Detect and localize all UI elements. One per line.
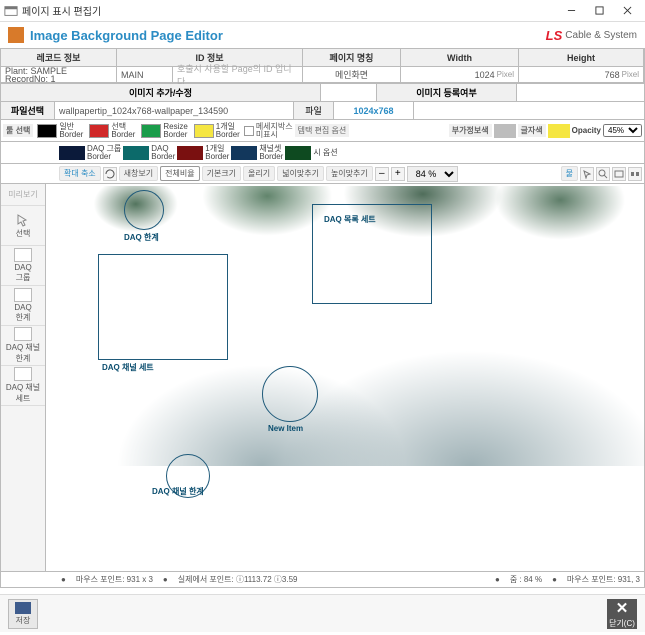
border-single[interactable]: 1개일Border [192,122,242,140]
file-button[interactable]: 파일 [294,102,334,119]
file-select-row: 파일선택 wallpapertip_1024x768-wallpaper_134… [0,102,645,120]
save-button[interactable]: 저장 [8,599,38,629]
cursor-icon [15,213,31,227]
workspace: 미리보기 선택 DAQ 그룹 DAQ 한계 DAQ 채널 한계 DAQ 채널 세… [0,184,645,572]
ann-daq-limit-shape[interactable] [124,190,164,230]
ann-daq-limit-label: DAQ 한계 [124,232,159,243]
status-zoom: 줌 : 84 % [510,574,542,585]
palette-preview[interactable]: 미리보기 [1,184,45,206]
color-display-option[interactable]: 시 옵션 [285,146,337,160]
border-select[interactable]: 선택Border [87,122,137,140]
text-color-swatch[interactable] [548,124,570,138]
window-minimize-button[interactable] [557,1,585,21]
hd-height: Height [519,49,644,67]
window-title: 페이지 표시 편집기 [22,3,557,18]
palette-daq-ch-set[interactable]: DAQ 채널 세트 [1,366,45,406]
tool-icon-4[interactable] [628,167,642,181]
height-value[interactable]: 768Pixel [519,67,644,83]
ann-daq-ch-set-shape[interactable] [98,254,228,360]
tool-icon-1[interactable] [580,167,594,181]
close-icon: ✕ [616,599,629,617]
tool-select-label: 툴 선택 [3,124,33,137]
extra-info-color-swatch[interactable] [494,124,516,138]
brand-logo: LS Cable & System [546,28,637,43]
window-titlebar: 페이지 표시 편집기 [0,0,645,22]
msgbox-hide-checkbox[interactable] [244,126,254,136]
brand-ls: LS [546,28,563,43]
main-input[interactable]: MAIN [117,67,173,83]
color-daq[interactable]: DAQBorder [123,145,175,161]
recordno-label: RecordNo: 1 [5,75,56,83]
status-real-point: 실제에서 포인트: ⓘ1113.72 ⓘ3.59 [178,574,298,585]
file-dimensions: 1024x768 [334,102,414,119]
zoom-out-icon[interactable]: – [375,167,389,181]
btn-fit-width[interactable]: 넓이맞추기 [277,166,324,181]
edit-option-label: 템택 편집 옵션 [295,124,350,137]
tool-icon-3[interactable] [612,167,626,181]
border-resize[interactable]: ResizeBorder [139,122,189,140]
tool-icon-2[interactable] [596,167,610,181]
id-hint: 호출시 사용할 Page의 ID 입니다 [173,67,303,83]
btn-original[interactable]: 기본크기 [202,166,241,181]
filename-input[interactable]: wallpapertip_1024x768-wallpaper_134590 [55,102,294,119]
footer: 저장 ✕ 닫기(C) [0,594,645,632]
ann-new-item-shape[interactable] [262,366,318,422]
app-title: Image Background Page Editor [30,28,223,43]
save-disk-icon [15,602,31,614]
image-add-edit-label: 이미지 추가/수정 [1,84,321,101]
text-color-label: 글자색 [518,124,546,137]
hd-pagename: 페이지 명칭 [303,49,401,67]
opacity-label: Opacity [572,126,601,135]
refresh-icon[interactable] [103,167,117,181]
file-select-label: 파일선택 [1,102,55,119]
canvas-wrap: DAQ 한계 DAQ 목록 세트 DAQ 채널 세트 New Item DAQ … [46,184,645,572]
width-value[interactable]: 1024Pixel [401,67,519,83]
ann-daq-ch-set-label: DAQ 채널 세트 [102,362,154,373]
color-swatch-row: DAQ 그룹Border DAQBorder 1개일Border 채널셋Bord… [0,142,645,164]
btn-refresh[interactable]: 새창보기 [119,166,158,181]
msgbox-hide-label: 메세지박스 미표시 [256,123,293,139]
brand-cs: Cable & System [565,30,637,41]
app-window-icon [4,4,18,18]
ann-daq-list-set-label: DAQ 목록 세트 [324,214,376,225]
zoom-in-icon[interactable]: + [391,167,405,181]
zoom-select[interactable]: 84 % [407,166,458,182]
image-section-header: 이미지 추가/수정 이미지 등록여부 [0,84,645,102]
status-mouse-point-2: 마우스 포인트: 931, 3 [567,574,640,585]
extra-info-color-label: 부가정보색 [449,124,492,137]
opacity-select[interactable]: 45% [603,124,642,137]
palette-daq-ch-limit[interactable]: DAQ 채널 한계 [1,326,45,366]
border-general[interactable]: 일반Border [35,122,85,140]
close-button[interactable]: ✕ 닫기(C) [607,599,637,629]
ann-daq-ch-limit-label: DAQ 채널 한계 [152,486,204,497]
plant-info: Plant: SAMPLE RecordNo: 1 [1,67,117,83]
window-close-button[interactable] [613,1,641,21]
canvas-toolbar: 확대 축소 새창보기 전체비율 기본크기 올리기 넓이맞추기 높이맞추기 – +… [0,164,645,184]
ann-new-item-label: New Item [268,424,303,433]
palette-select[interactable]: 선택 [1,206,45,246]
app-header: Image Background Page Editor LS Cable & … [0,22,645,48]
btn-push[interactable]: 올리기 [243,166,275,181]
color-single-ch[interactable]: 1개일Border [177,145,229,161]
page-name-input[interactable]: 메인화면 [303,67,401,83]
image-reg-label: 이미지 등록여부 [377,84,517,101]
window-maximize-button[interactable] [585,1,613,21]
palette-daq-limit[interactable]: DAQ 한계 [1,286,45,326]
btn-fit-all[interactable]: 전체비율 [160,166,199,181]
info-grid: 레코드 정보 ID 정보 페이지 명칭 Width Height Plant: … [0,48,645,84]
app-icon [8,27,24,43]
border-options-row: 툴 선택 일반Border 선택Border ResizeBorder 1개일B… [0,120,645,142]
hd-width: Width [401,49,519,67]
hd-record: 레코드 정보 [1,49,117,67]
toolbar-blank-label: 물 [561,166,578,181]
palette-daq-group[interactable]: DAQ 그룹 [1,246,45,286]
color-daq-group[interactable]: DAQ 그룹Border [59,145,121,161]
tool-palette: 미리보기 선택 DAQ 그룹 DAQ 한계 DAQ 채널 한계 DAQ 채널 세… [0,184,46,572]
status-bar: ● 마우스 포인트: 931 x 3 ● 실제에서 포인트: ⓘ1113.72 … [0,572,645,588]
btn-fit-height[interactable]: 높이맞추기 [326,166,373,181]
zoom-label: 확대 축소 [59,166,101,181]
status-mouse-point: 마우스 포인트: 931 x 3 [76,574,153,585]
color-ch-set[interactable]: 채널셋Border [231,145,283,161]
